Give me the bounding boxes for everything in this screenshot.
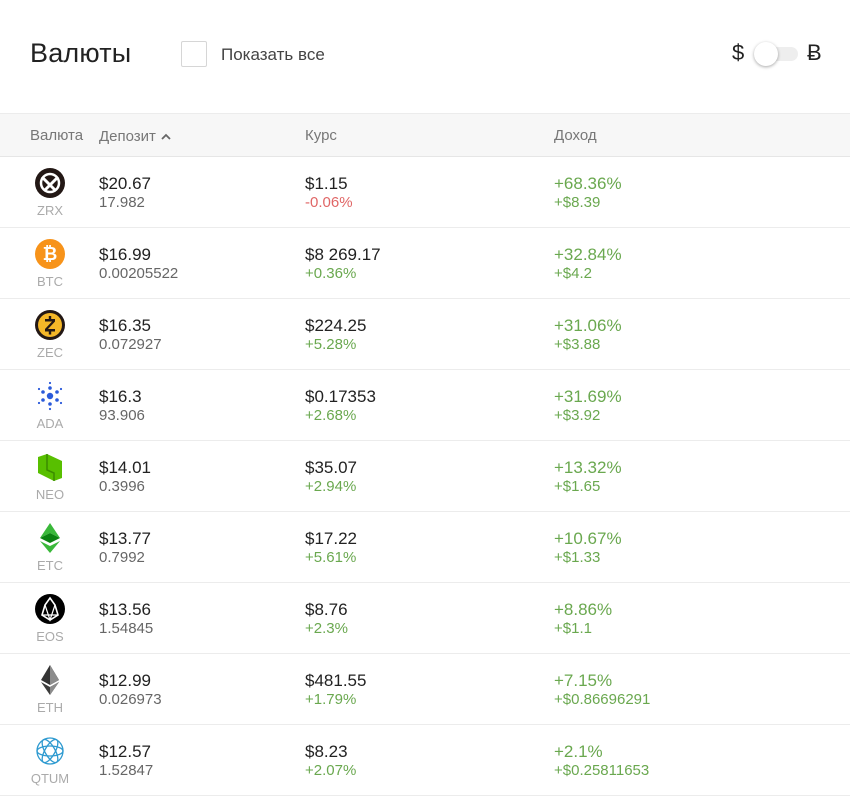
- rate-value: $224.25: [305, 316, 367, 335]
- deposit-amount: 93.906: [99, 407, 145, 424]
- deposit-amount: 0.026973: [99, 691, 162, 708]
- coin-symbol: ZRX: [37, 203, 63, 218]
- table-row[interactable]: ETH $12.99 0.026973 $481.55 +1.79% +7.15…: [0, 654, 850, 725]
- deposit-usd: $14.01: [99, 458, 151, 477]
- income-usd: +$8.39: [554, 194, 601, 211]
- qtum-icon: [34, 735, 66, 767]
- table-row[interactable]: NEO $14.01 0.3996 $35.07 +2.94% +13.32% …: [0, 441, 850, 512]
- eos-icon: [34, 593, 66, 625]
- deposit-usd: $13.56: [99, 600, 151, 619]
- income-percent: +8.86%: [554, 600, 613, 619]
- column-header-currency[interactable]: Валюта: [30, 127, 83, 144]
- income-percent: +68.36%: [554, 174, 622, 193]
- table-row[interactable]: ADA $16.3 93.906 $0.17353 +2.68% +31.69%…: [0, 370, 850, 441]
- column-header-deposit-label: Депозит: [99, 128, 156, 145]
- table-row[interactable]: ETC $13.77 0.7992 $17.22 +5.61% +10.67% …: [0, 512, 850, 583]
- income-usd: +$3.92: [554, 407, 601, 424]
- svg-text:₿: ₿: [43, 244, 58, 265]
- currencies-panel: Валюты Показать все $ Ƀ Валюта Депозит К…: [0, 0, 850, 796]
- income-percent: +32.84%: [554, 245, 622, 264]
- income-usd: +$4.2: [554, 265, 592, 282]
- deposit-usd: $20.67: [99, 174, 151, 193]
- page-title: Валюты: [30, 38, 132, 68]
- deposit-usd: $16.35: [99, 316, 151, 335]
- table-row[interactable]: EOS $13.56 1.54845 $8.76 +2.3% +8.86% +$…: [0, 583, 850, 654]
- income-usd: +$3.88: [554, 336, 601, 353]
- rate-change: +0.36%: [305, 265, 357, 282]
- etc-icon: [34, 522, 66, 554]
- income-percent: +13.32%: [554, 458, 622, 477]
- income-usd: +$0.86696291: [554, 691, 651, 708]
- coin-symbol: ADA: [36, 416, 64, 431]
- deposit-amount: 1.52847: [99, 762, 154, 779]
- deposit-usd: $13.77: [99, 529, 151, 548]
- coin-symbol: NEO: [35, 487, 65, 502]
- income-usd: +$0.25811653: [554, 762, 650, 779]
- deposit-usd: $12.99: [99, 671, 151, 690]
- toggle-knob[interactable]: [754, 42, 778, 66]
- income-usd: +$1.33: [554, 549, 601, 566]
- rate-change: +5.28%: [305, 336, 357, 353]
- rate-change: +2.3%: [305, 620, 348, 637]
- deposit-amount: 0.00205522: [99, 265, 179, 282]
- deposit-amount: 17.982: [99, 194, 145, 211]
- usd-currency-label: $: [732, 40, 745, 65]
- zrx-icon: [34, 167, 66, 199]
- deposit-usd: $16.3: [99, 387, 142, 406]
- deposit-amount: 1.54845: [99, 620, 154, 637]
- rate-value: $17.22: [305, 529, 357, 548]
- rate-value: $0.17353: [305, 387, 376, 406]
- ada-icon: [34, 380, 66, 412]
- show-all-label[interactable]: Показать все: [221, 45, 325, 65]
- rate-value: $1.15: [305, 174, 348, 193]
- rate-value: $8.23: [305, 742, 348, 761]
- rate-change: -0.06%: [305, 194, 353, 211]
- deposit-amount: 0.072927: [99, 336, 162, 353]
- coin-symbol: BTC: [37, 274, 63, 289]
- deposit-usd: $12.57: [99, 742, 151, 761]
- income-usd: +$1.1: [554, 620, 592, 637]
- deposit-amount: 0.7992: [99, 549, 145, 566]
- currency-toggle[interactable]: [754, 42, 798, 66]
- column-header-deposit[interactable]: Депозит: [99, 127, 171, 145]
- rate-change: +2.68%: [305, 407, 357, 424]
- show-all-checkbox[interactable]: [181, 41, 207, 67]
- btc-currency-label: Ƀ: [807, 40, 822, 65]
- column-header-rate[interactable]: Курс: [305, 127, 337, 144]
- income-percent: +7.15%: [554, 671, 613, 690]
- rate-change: +5.61%: [305, 549, 357, 566]
- table-row[interactable]: ZRX $20.67 17.982 $1.15 -0.06% +68.36% +…: [0, 157, 850, 228]
- zec-icon: [34, 309, 66, 341]
- table-row[interactable]: ₿ BTC $16.99 0.00205522 $8 269.17 +0.36%…: [0, 228, 850, 299]
- rate-value: $35.07: [305, 458, 357, 477]
- coin-symbol: EOS: [36, 629, 64, 644]
- coin-symbol: QTUM: [30, 771, 70, 786]
- rate-change: +2.94%: [305, 478, 357, 495]
- rate-value: $481.55: [305, 671, 367, 690]
- sort-ascending-icon: [161, 127, 171, 144]
- rate-change: +1.79%: [305, 691, 357, 708]
- income-percent: +10.67%: [554, 529, 622, 548]
- neo-icon: [34, 451, 66, 483]
- income-percent: +31.06%: [554, 316, 622, 335]
- deposit-amount: 0.3996: [99, 478, 145, 495]
- rate-value: $8.76: [305, 600, 348, 619]
- panel-header: Валюты Показать все $ Ƀ: [0, 0, 850, 114]
- btc-icon: ₿: [34, 238, 66, 270]
- table-row[interactable]: ZEC $16.35 0.072927 $224.25 +5.28% +31.0…: [0, 299, 850, 370]
- table-body: ZRX $20.67 17.982 $1.15 -0.06% +68.36% +…: [0, 157, 850, 796]
- rate-value: $8 269.17: [305, 245, 381, 264]
- table-header: Валюта Депозит Курс Доход: [0, 114, 850, 157]
- deposit-usd: $16.99: [99, 245, 151, 264]
- coin-symbol: ETH: [37, 700, 63, 715]
- rate-change: +2.07%: [305, 762, 357, 779]
- income-percent: +2.1%: [554, 742, 603, 761]
- eth-icon: [34, 664, 66, 696]
- income-percent: +31.69%: [554, 387, 622, 406]
- table-row[interactable]: QTUM $12.57 1.52847 $8.23 +2.07% +2.1% +…: [0, 725, 850, 796]
- coin-symbol: ZEC: [37, 345, 63, 360]
- coin-symbol: ETC: [37, 558, 63, 573]
- column-header-income[interactable]: Доход: [554, 127, 597, 144]
- income-usd: +$1.65: [554, 478, 601, 495]
